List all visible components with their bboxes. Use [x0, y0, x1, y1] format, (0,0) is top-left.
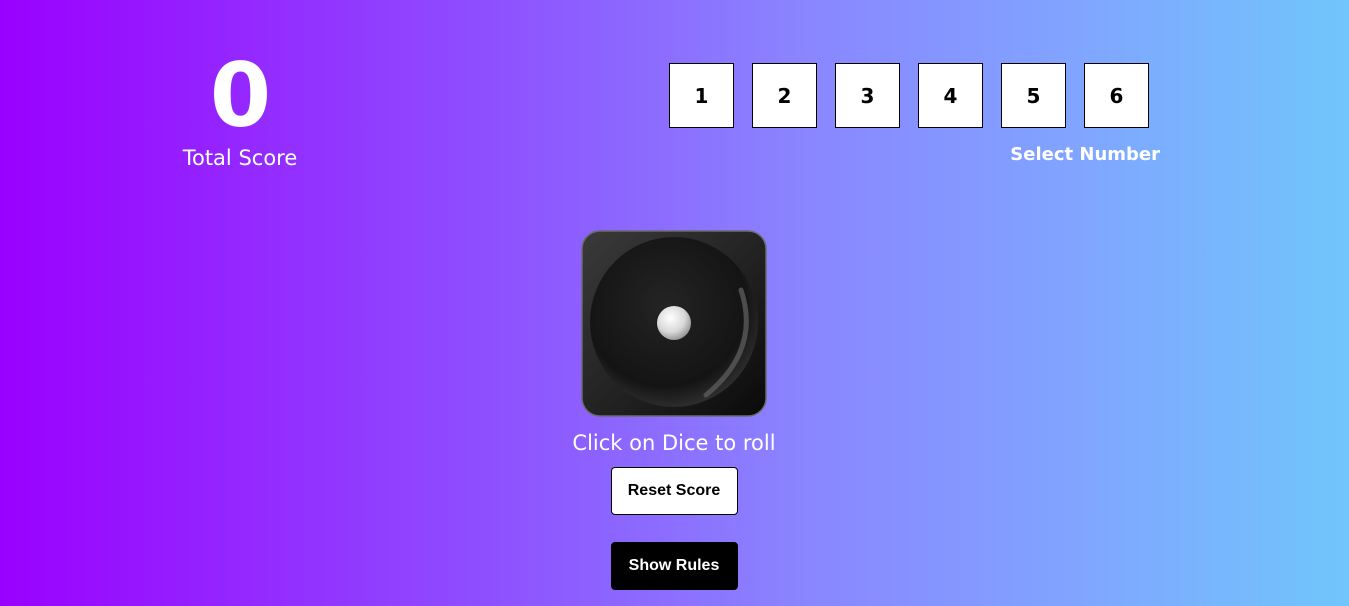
total-score-value: 0 [209, 44, 271, 147]
number-option-3[interactable]: 3 [835, 63, 900, 128]
dice-roll-hint: Click on Dice to roll [572, 431, 776, 455]
number-option-2[interactable]: 2 [752, 63, 817, 128]
select-number-label: Select Number [1010, 144, 1160, 165]
number-option-1[interactable]: 1 [669, 63, 734, 128]
number-selector: 1 2 3 4 5 6 Select Number [669, 63, 1160, 165]
number-option-5[interactable]: 5 [1001, 63, 1066, 128]
reset-score-button[interactable]: Reset Score [610, 467, 738, 515]
number-options: 1 2 3 4 5 6 [669, 63, 1160, 128]
dice-area: Click on Dice to roll Reset Score Show R… [474, 230, 874, 590]
number-option-4[interactable]: 4 [918, 63, 983, 128]
number-option-6[interactable]: 6 [1084, 63, 1149, 128]
show-rules-button[interactable]: Show Rules [610, 542, 738, 590]
dice-one-icon[interactable] [581, 230, 767, 417]
score-panel: 0 Total Score [150, 44, 330, 171]
total-score-label: Total Score [182, 146, 298, 170]
